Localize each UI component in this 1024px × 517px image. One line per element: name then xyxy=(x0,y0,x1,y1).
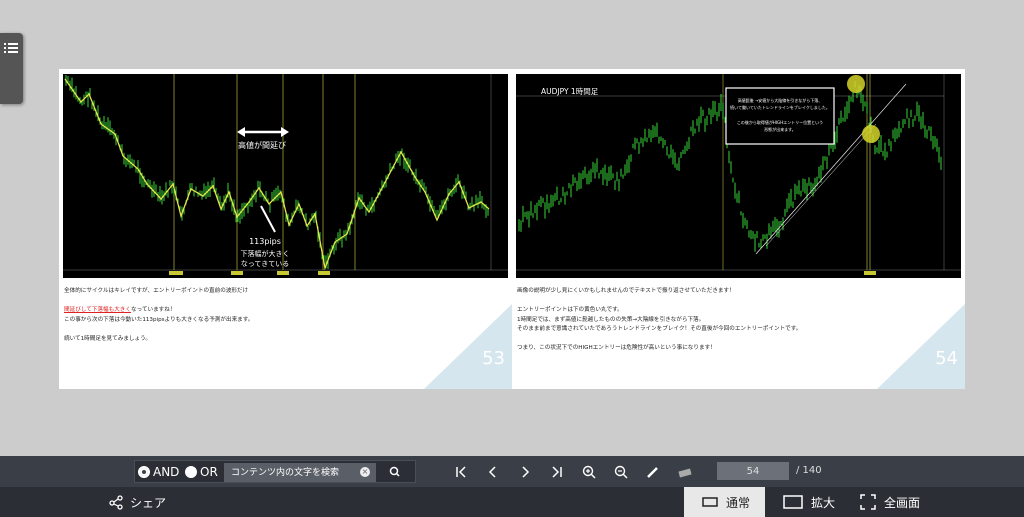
page53-line4: この事から次の下落は今動いた113pipsよりも大きくなる予測が出来ます。 xyxy=(64,317,254,323)
chart-1h: AUDJPY 1時間足 高値髭後 →安値から大陰線を引きながら下落、 続いて働い… xyxy=(516,74,961,278)
page53-line3-rest: なっていますね！ xyxy=(130,307,176,313)
search-icon xyxy=(389,466,400,477)
and-radio[interactable]: AND xyxy=(138,465,179,479)
pen-icon[interactable] xyxy=(645,464,661,480)
last-page-icon[interactable] xyxy=(549,464,565,480)
clear-search-button[interactable]: × xyxy=(360,467,370,477)
zoom-view-icon xyxy=(783,495,803,509)
next-page-icon[interactable] xyxy=(517,464,533,480)
high-circle-marker xyxy=(847,75,865,93)
annotation-drop2: なってきている xyxy=(241,260,289,268)
page-number-54: 54 xyxy=(935,348,958,369)
search-panel: AND OR × xyxy=(134,460,416,483)
viewer-toolbar: AND OR × xyxy=(0,456,1024,487)
page-corner-decoration xyxy=(424,304,512,389)
chart-1h-title: AUDJPY 1時間足 xyxy=(541,87,599,96)
mode-normal-button[interactable]: 通常 xyxy=(684,487,765,517)
prev-page-icon[interactable] xyxy=(485,464,501,480)
page53-line6: 続いて1時間足を見てみましょう。 xyxy=(64,336,151,342)
page-total-label: / 140 xyxy=(796,465,822,476)
search-button[interactable] xyxy=(385,464,405,481)
chart-4h-svg: 高値が間延び 113pips 下落幅が大きく なってきている xyxy=(63,74,508,278)
box-line4: 形態が出来ます。 xyxy=(764,126,796,132)
box-line3: この後から取得値がHIGHエントリー位置という xyxy=(737,119,823,125)
list-icon xyxy=(4,43,18,53)
annotation-high: 高値が間延び xyxy=(238,140,286,150)
normal-view-icon xyxy=(702,497,718,507)
share-label: シェア xyxy=(130,496,167,510)
mode-fullscreen-label: 全画面 xyxy=(884,495,921,510)
search-input[interactable] xyxy=(224,463,376,482)
eraser-icon[interactable] xyxy=(677,464,693,480)
share-button[interactable]: シェア xyxy=(109,494,166,511)
page54-line5: そのまま前まで意識されていたであろうトレンドラインをブレイク！その直後が今回のエ… xyxy=(517,326,802,332)
zoom-out-icon[interactable] xyxy=(613,464,629,480)
first-page-icon[interactable] xyxy=(453,464,469,480)
page53-line1: 全体的にサイクルはキレイですが、エントリーポイントの直前の波形だけ xyxy=(64,288,249,294)
page-number-input[interactable] xyxy=(717,462,789,480)
page-number-53: 53 xyxy=(482,348,505,369)
page-53: 高値が間延び 113pips 下落幅が大きく なってきている 全体的にサイクルは… xyxy=(59,69,512,389)
share-icon xyxy=(109,495,123,510)
fullscreen-icon xyxy=(860,494,876,510)
radio-selected-icon xyxy=(138,466,150,478)
chart-1h-svg: AUDJPY 1時間足 高値髭後 →安値から大陰線を引きながら下落、 続いて働い… xyxy=(516,74,961,278)
page54-line1: 画像の説明が少し見にくいかもしれませんのでテキストで振り返させていただきます！ xyxy=(517,288,735,294)
page53-red1: 間延びして下落幅も大きく xyxy=(64,307,131,313)
page-corner-decoration xyxy=(877,304,965,389)
box-line2: 続いて働いていたトレンドラインをブレイクしました。 xyxy=(730,104,830,110)
annotation-drop1: 下落幅が大きく xyxy=(241,249,290,258)
page54-line7: つまり、この状況下でのHIGHエントリーは危険性が高いという事になります！ xyxy=(517,345,716,351)
page-54: AUDJPY 1時間足 高値髭後 →安値から大陰線を引きながら下落、 続いて働い… xyxy=(512,69,965,389)
entry-circle-marker xyxy=(862,125,880,143)
box-line1: 高値髭後 →安値から大陰線を引きながら下落、 xyxy=(738,97,823,103)
page54-line3: エントリーポイントは下の黄色い丸です。 xyxy=(517,307,623,313)
annotation-pips: 113pips xyxy=(249,237,281,246)
or-label: OR xyxy=(200,465,218,479)
book-spread: 高値が間延び 113pips 下落幅が大きく なってきている 全体的にサイクルは… xyxy=(59,69,965,389)
mode-zoom-button[interactable]: 拡大 xyxy=(765,487,846,517)
bottom-bar: シェア 通常 拡大 全画面 xyxy=(0,487,1024,517)
zoom-in-icon[interactable] xyxy=(581,464,597,480)
chart-4h: 高値が間延び 113pips 下落幅が大きく なってきている xyxy=(63,74,508,278)
page53-line3: 間延びして下落幅も大きくなっていますね！ xyxy=(64,307,175,314)
toc-tab[interactable] xyxy=(0,33,23,104)
mode-normal-label: 通常 xyxy=(726,495,751,510)
and-label: AND xyxy=(153,465,180,479)
or-radio[interactable]: OR xyxy=(185,465,218,479)
mode-fullscreen-button[interactable]: 全画面 xyxy=(842,487,928,517)
radio-unselected-icon xyxy=(185,466,197,478)
page54-line4: 1時間足では、まず高値に髭越したものの失策→大陰線を引きながら下落。 xyxy=(517,317,705,323)
mode-zoom-label: 拡大 xyxy=(811,495,836,510)
